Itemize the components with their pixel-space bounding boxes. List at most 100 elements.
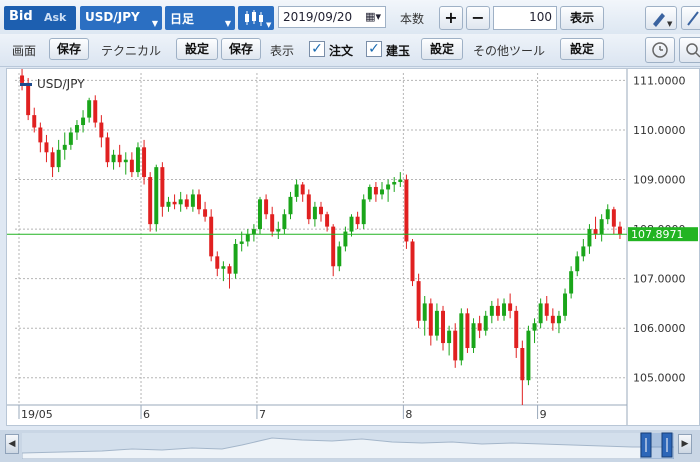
candle-body [203, 209, 208, 217]
chart-type-select[interactable]: ▼ [238, 6, 274, 30]
y-axis: 111.0000110.0000109.0000108.0000107.0000… [628, 74, 698, 385]
candle-body [209, 216, 214, 257]
current-price-label: 107.8971 [631, 228, 684, 241]
draw-tool-button[interactable]: ▼ [645, 6, 677, 30]
magnifier-icon [686, 43, 700, 58]
candle-body [544, 303, 549, 316]
technical-save-button[interactable]: 保存 [221, 38, 261, 60]
legend-label: USD/JPY [37, 77, 85, 91]
candle-body [190, 194, 195, 207]
count-input[interactable]: 100 [493, 6, 557, 30]
candle-body [386, 184, 391, 190]
orders-checkbox[interactable]: ✓ [309, 41, 325, 57]
navigator-range-handle[interactable] [640, 432, 674, 458]
candle-body [184, 199, 189, 207]
show-button[interactable]: 表示 [560, 6, 604, 30]
price-chart[interactable]: 111.0000110.0000109.0000108.0000107.0000… [6, 68, 700, 426]
candle-body [196, 194, 201, 210]
candle-body [148, 177, 153, 225]
candle-body [172, 201, 177, 205]
candle-body [178, 199, 183, 205]
candle-body [514, 310, 519, 349]
candle-body [129, 159, 134, 173]
candle-body [32, 115, 37, 128]
x-tick-label: 7 [259, 408, 266, 421]
candle-body [251, 229, 256, 235]
candle-body [392, 182, 397, 185]
candle-body [380, 189, 384, 195]
candle-body [74, 125, 79, 133]
candle-body [81, 117, 86, 126]
x-tick-label: 6 [143, 408, 150, 421]
candle-body [264, 199, 269, 215]
candle-body [233, 243, 238, 274]
candle-body [99, 122, 104, 138]
x-tick-label: 9 [540, 408, 547, 421]
range-handle-icon [640, 432, 673, 458]
calendar-icon[interactable]: ▦▾ [365, 10, 381, 23]
y-tick-label: 110.0000 [633, 124, 686, 137]
candle-body [508, 303, 513, 311]
candle-body [258, 199, 262, 230]
candle-body [294, 184, 299, 197]
candle-body [62, 144, 67, 150]
x-axis: 19/05 6 7 8 9 [18, 405, 547, 421]
candle-body [471, 323, 476, 349]
increase-button[interactable]: + [439, 6, 463, 30]
secondary-toolbar: 画面 保存 テクニカル 設定 保存 表示 ✓ 注文 ✓ 建玉 設定 その他ツール… [0, 34, 700, 67]
y-tick-label: 105.0000 [633, 372, 686, 385]
legend-swatch [20, 83, 32, 86]
candle-body [502, 303, 507, 316]
period-select[interactable]: 日足 ▼ [165, 6, 235, 30]
date-input[interactable]: 2019/09/20 ▦▾ [278, 6, 386, 28]
candle-body [556, 315, 561, 324]
chevron-down-icon: ▼ [151, 19, 158, 28]
candle-body [367, 186, 372, 200]
count-label: 本数 [400, 12, 425, 26]
candle-body [325, 214, 330, 227]
candle-body [538, 303, 543, 324]
other-tools-settings-button[interactable]: 設定 [560, 38, 604, 60]
y-tick-label: 111.0000 [633, 74, 686, 87]
history-button[interactable] [645, 37, 675, 63]
candle-body [404, 179, 409, 242]
candlestick-chart[interactable]: 111.0000110.0000109.0000108.0000107.0000… [7, 68, 699, 425]
candle-body [20, 75, 25, 83]
candle-body [495, 305, 500, 316]
candle-body [465, 313, 470, 349]
other-tools-label: その他ツール [473, 44, 546, 58]
positions-checkbox[interactable]: ✓ [366, 41, 382, 57]
candle-body [154, 167, 159, 225]
line-draw-icon [687, 11, 699, 26]
y-tick-label: 106.0000 [633, 322, 686, 335]
candle-body [319, 206, 323, 215]
candle-body [282, 214, 287, 230]
candle-body [416, 281, 421, 321]
candle-body [459, 313, 464, 361]
candle-body [489, 305, 494, 316]
decrease-button[interactable]: − [466, 6, 490, 30]
display-label: 表示 [270, 44, 295, 58]
candle-body [135, 147, 140, 173]
line-tool-button[interactable] [681, 6, 700, 30]
y-tick-label: 109.0000 [633, 174, 686, 187]
display-settings-button[interactable]: 設定 [421, 38, 463, 60]
currency-pair-select[interactable]: USD/JPY ▼ [80, 6, 162, 30]
candle-body [453, 330, 458, 361]
candle-body [93, 100, 98, 123]
candle-body [38, 127, 43, 143]
bid-label[interactable]: Bid [9, 9, 33, 24]
technical-settings-button[interactable]: 設定 [176, 38, 218, 60]
scroll-left-button[interactable]: ◀ [5, 434, 19, 454]
candle-body [441, 310, 446, 344]
ask-label[interactable]: Ask [44, 11, 66, 24]
pencil-icon: ▼ [653, 13, 673, 28]
orders-label: 注文 [329, 44, 354, 58]
candle-body [215, 256, 220, 269]
save-screen-button[interactable]: 保存 [49, 38, 89, 60]
candle-body [599, 219, 604, 235]
chart-navigator[interactable]: ◀ ▶ [0, 430, 700, 462]
x-tick-label: 8 [405, 408, 412, 421]
scroll-right-button[interactable]: ▶ [678, 434, 692, 454]
zoom-button[interactable] [679, 37, 700, 63]
